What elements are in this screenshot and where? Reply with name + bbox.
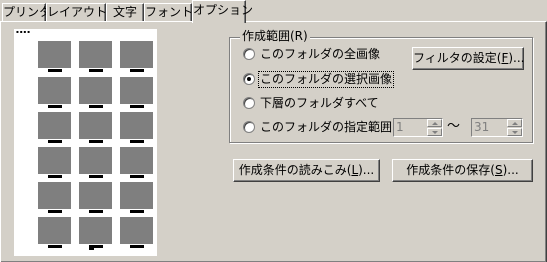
preview-thumbnail-caption bbox=[89, 140, 103, 143]
range-to-up-arrow[interactable] bbox=[507, 119, 522, 127]
range-group-label: 作成範囲(R) bbox=[240, 29, 310, 43]
radio-specified-range-label: このフォルダの指定範囲 bbox=[260, 119, 393, 134]
tab-text[interactable]: 文字 bbox=[106, 3, 144, 21]
save-conditions-suffix: )... bbox=[502, 163, 519, 177]
preview-thumbnail bbox=[38, 112, 71, 139]
range-from-spinner[interactable]: 1 bbox=[393, 118, 443, 137]
preview-thumbnail bbox=[120, 77, 153, 104]
preview-page-number bbox=[89, 247, 94, 250]
radio-button[interactable] bbox=[243, 48, 255, 60]
preview-thumbnail-caption bbox=[48, 245, 62, 248]
save-conditions-button[interactable]: 作成条件の保存(S)... bbox=[392, 159, 533, 182]
radio-specified-range[interactable]: このフォルダの指定範囲 bbox=[243, 119, 393, 135]
preview-thumbnail-caption bbox=[89, 105, 103, 108]
triangle-up-icon bbox=[432, 122, 438, 125]
preview-thumbnail bbox=[38, 182, 71, 209]
preview-thumbnail bbox=[120, 147, 153, 174]
preview-thumbnail bbox=[79, 112, 112, 139]
tab-bar: プリンタ レイアウト 文字 フォント オプション bbox=[0, 0, 547, 23]
range-separator: ～ bbox=[447, 119, 461, 134]
preview-thumbnail bbox=[38, 41, 71, 68]
preview-thumbnail bbox=[38, 147, 71, 174]
radio-button[interactable] bbox=[243, 121, 255, 133]
preview-thumbnail-caption bbox=[130, 69, 144, 72]
filter-settings-suffix: )... bbox=[508, 51, 525, 65]
radio-all-images[interactable]: このフォルダの全画像 bbox=[243, 46, 381, 62]
range-from-value: 1 bbox=[396, 120, 404, 134]
preview-thumbnail bbox=[120, 112, 153, 139]
preview-thumbnail bbox=[120, 182, 153, 209]
tab-font[interactable]: フォント bbox=[144, 3, 193, 21]
preview-thumbnail-caption bbox=[48, 105, 62, 108]
preview-thumbnail-caption bbox=[130, 210, 144, 213]
preview-thumbnail-caption bbox=[130, 175, 144, 178]
filter-settings-label: フィルタの設定( bbox=[413, 51, 502, 65]
preview-thumbnail bbox=[120, 41, 153, 68]
range-to-value: 31 bbox=[474, 120, 490, 134]
radio-selected-images-label: このフォルダの選択画像 bbox=[257, 70, 395, 88]
preview-thumbnail-caption bbox=[48, 140, 62, 143]
save-conditions-label: 作成条件の保存( bbox=[406, 163, 495, 177]
triangle-up-icon bbox=[512, 122, 518, 125]
range-to-down-arrow[interactable] bbox=[507, 128, 522, 136]
preview-thumbnail bbox=[79, 41, 112, 68]
range-to-spinner[interactable]: 31 bbox=[471, 118, 523, 137]
load-conditions-label: 作成条件の読みこみ( bbox=[238, 163, 352, 177]
tab-printer[interactable]: プリンタ bbox=[2, 3, 51, 21]
triangle-down-icon bbox=[432, 131, 438, 134]
preview-thumbnail bbox=[38, 217, 71, 244]
preview-thumbnail-caption bbox=[89, 69, 103, 72]
tab-layout[interactable]: レイアウト bbox=[46, 3, 107, 21]
radio-subfolders-label: 下層のフォルダすべて bbox=[260, 95, 379, 110]
triangle-down-icon bbox=[512, 131, 518, 134]
preview-thumbnail-caption bbox=[48, 210, 62, 213]
save-conditions-mnemonic: S bbox=[494, 163, 503, 177]
load-conditions-suffix: )... bbox=[358, 163, 375, 177]
preview-thumbnail-caption bbox=[48, 175, 62, 178]
radio-all-images-label: このフォルダの全画像 bbox=[260, 46, 381, 61]
preview-thumbnail-caption bbox=[130, 105, 144, 108]
radio-subfolders[interactable]: 下層のフォルダすべて bbox=[243, 95, 380, 111]
page-preview: ▪▪▪▪ bbox=[14, 29, 157, 256]
preview-thumbnail-caption bbox=[130, 245, 144, 248]
preview-header-mark: ▪▪▪▪ bbox=[16, 29, 31, 34]
print-options-dialog: プリンタ レイアウト 文字 フォント オプション ▪▪▪▪ 作成範囲(R) この… bbox=[0, 0, 547, 262]
preview-thumbnail bbox=[79, 217, 112, 244]
load-conditions-button[interactable]: 作成条件の読みこみ(L)... bbox=[233, 159, 380, 182]
preview-thumbnail bbox=[38, 77, 71, 104]
preview-thumbnail bbox=[79, 147, 112, 174]
preview-thumbnail-caption bbox=[48, 69, 62, 72]
preview-thumbnail-caption bbox=[89, 175, 103, 178]
preview-thumbnail bbox=[79, 182, 112, 209]
radio-button[interactable] bbox=[243, 97, 255, 109]
range-from-down-arrow[interactable] bbox=[427, 128, 442, 136]
range-from-up-arrow[interactable] bbox=[427, 119, 442, 127]
preview-thumbnail bbox=[120, 217, 153, 244]
preview-thumbnail bbox=[79, 77, 112, 104]
tab-options[interactable]: オプション bbox=[192, 0, 253, 23]
radio-selected-images[interactable]: このフォルダの選択画像 bbox=[243, 70, 395, 88]
radio-button-checked[interactable] bbox=[243, 73, 255, 85]
filter-settings-button[interactable]: フィルタの設定(F)... bbox=[412, 47, 524, 70]
preview-thumbnail-caption bbox=[89, 210, 103, 213]
preview-thumbnail-caption bbox=[130, 140, 144, 143]
